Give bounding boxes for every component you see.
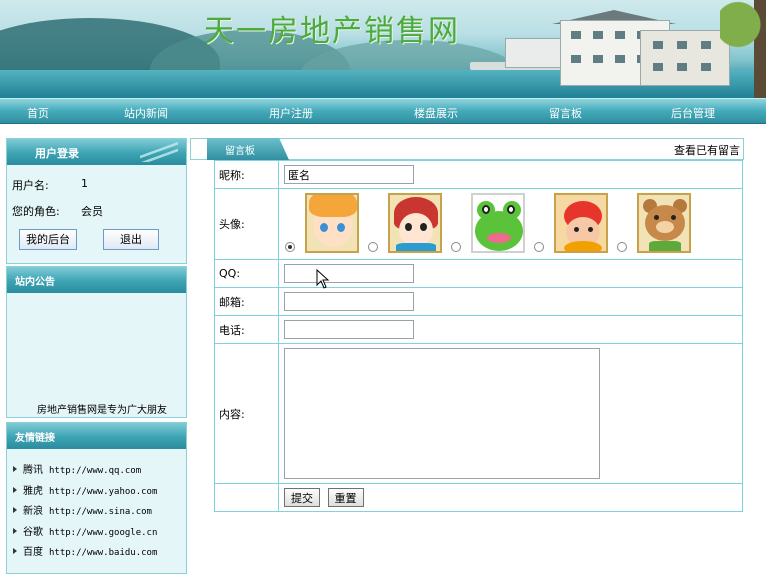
- guestbook-form: 昵称: 头像:: [214, 160, 743, 512]
- friend-link-name[interactable]: 百度: [23, 547, 43, 558]
- friend-link-url[interactable]: http://www.qq.com: [49, 466, 141, 476]
- login-panel-title: 用户登录: [35, 147, 79, 160]
- friend-link-name[interactable]: 雅虎: [23, 486, 43, 497]
- site-title: 天一房地产销售网: [204, 14, 460, 49]
- phone-input[interactable]: [284, 320, 414, 339]
- friend-link-url[interactable]: http://www.google.cn: [49, 528, 157, 538]
- main-nav: 首页 站内新闻 用户注册 楼盘展示 留言板 后台管理: [0, 98, 766, 124]
- friend-link-url[interactable]: http://www.sina.com: [49, 507, 152, 517]
- avatar-picker: [284, 191, 742, 257]
- friend-links-title: 友情链接: [15, 433, 55, 444]
- arrow-right-icon: [13, 527, 17, 534]
- avatar-radio[interactable]: [617, 242, 627, 252]
- qq-cell: [278, 259, 743, 288]
- site-banner: 天一房地产销售网: [0, 0, 766, 98]
- friend-link-url[interactable]: http://www.yahoo.com: [49, 487, 157, 497]
- content-row: 内容:: [214, 343, 743, 484]
- content-label: 内容:: [214, 343, 279, 484]
- content-textarea[interactable]: [284, 348, 600, 479]
- qq-label: QQ:: [214, 259, 279, 288]
- notice-panel-title: 站内公告: [15, 277, 55, 288]
- nickname-input[interactable]: [284, 165, 414, 184]
- buttons-row: 提交 重置: [214, 483, 743, 512]
- friend-links-header: 友情链接: [7, 423, 186, 449]
- friend-link-name[interactable]: 谷歌: [23, 527, 43, 538]
- banner-villa: [640, 30, 730, 86]
- avatar-boy-icon[interactable]: [305, 193, 359, 253]
- username-value: 1: [81, 177, 88, 190]
- arrow-right-icon: [13, 548, 17, 554]
- role-label: 您的角色:: [12, 205, 60, 218]
- nickname-row: 昵称:: [214, 160, 743, 189]
- tab-guestbook-label: 留言板: [225, 146, 255, 157]
- notice-marquee-text: 房地产销售网是专为广大朋友: [37, 405, 167, 416]
- content-cell: [278, 343, 743, 484]
- avatar-radio[interactable]: [285, 242, 295, 252]
- phone-cell: [278, 315, 743, 344]
- nickname-cell: [278, 160, 743, 189]
- email-label: 邮箱:: [214, 287, 279, 316]
- nav-item-guestbook[interactable]: 留言板: [549, 105, 582, 121]
- notice-panel: 站内公告 房地产销售网是专为广大朋友: [6, 266, 187, 418]
- banner-building: [505, 38, 565, 68]
- mouse-cursor-icon: [316, 269, 330, 289]
- view-messages-link[interactable]: 查看已有留言: [674, 142, 740, 158]
- qq-input[interactable]: [284, 264, 414, 283]
- friend-links-panel: 友情链接 腾讯 http://www.qq.com 雅虎 http://www.ya…: [6, 422, 187, 574]
- friend-links-list: 腾讯 http://www.qq.com 雅虎 http://www.yahoo.c…: [13, 461, 157, 564]
- banner-tree: [720, 0, 766, 98]
- login-panel-header: 用户登录: [7, 139, 186, 165]
- notice-panel-header: 站内公告: [7, 267, 186, 293]
- guestbook-tabbar: 留言板 查看已有留言: [190, 138, 744, 160]
- reset-button[interactable]: 重置: [327, 488, 364, 507]
- friend-link-name[interactable]: 新浪: [23, 506, 43, 517]
- avatar-row: 头像:: [214, 188, 743, 260]
- friend-link-item[interactable]: 腾讯 http://www.qq.com: [13, 461, 157, 482]
- submit-button[interactable]: 提交: [284, 488, 320, 507]
- email-cell: [278, 287, 743, 316]
- email-input[interactable]: [284, 292, 414, 311]
- header-decoration: [140, 142, 178, 162]
- avatar-label: 头像:: [214, 188, 279, 260]
- role-value: 会员: [81, 205, 103, 218]
- avatar-frog-icon[interactable]: [471, 193, 525, 253]
- avatar-radio[interactable]: [368, 242, 378, 252]
- friend-link-item[interactable]: 新浪 http://www.sina.com: [13, 502, 157, 523]
- email-row: 邮箱:: [214, 287, 743, 316]
- username-label: 用户名:: [12, 179, 49, 192]
- avatar-bear-icon[interactable]: [637, 193, 691, 253]
- nav-item-news[interactable]: 站内新闻: [124, 105, 168, 121]
- login-panel: 用户登录 用户名: 1 您的角色: 会员 我的后台 退出: [6, 138, 187, 264]
- friend-link-item[interactable]: 谷歌 http://www.google.cn: [13, 523, 157, 544]
- left-sidebar: 用户登录 用户名: 1 您的角色: 会员 我的后台 退出 站内公告 房地产销售网…: [6, 138, 187, 578]
- nav-item-register[interactable]: 用户注册: [269, 105, 313, 121]
- avatar-radio[interactable]: [451, 242, 461, 252]
- nav-item-listings[interactable]: 楼盘展示: [414, 105, 458, 121]
- buttons-cell: 提交 重置: [278, 483, 743, 512]
- avatar-girl-icon[interactable]: [388, 193, 442, 253]
- friend-link-url[interactable]: http://www.baidu.com: [49, 548, 157, 558]
- my-backend-button[interactable]: 我的后台: [19, 229, 77, 250]
- nav-item-admin[interactable]: 后台管理: [671, 105, 715, 121]
- avatar-cell: [278, 188, 743, 260]
- nav-item-home[interactable]: 首页: [27, 105, 49, 121]
- avatar-bird-icon[interactable]: [554, 193, 608, 253]
- logout-button[interactable]: 退出: [103, 229, 159, 250]
- nickname-label: 昵称:: [214, 160, 279, 189]
- arrow-right-icon: [13, 486, 17, 493]
- friend-link-item[interactable]: 百度 http://www.baidu.com: [13, 543, 157, 564]
- arrow-right-icon: [13, 466, 17, 472]
- phone-label: 电话:: [214, 315, 279, 344]
- arrow-right-icon: [13, 507, 17, 513]
- friend-link-name[interactable]: 腾讯: [23, 465, 43, 476]
- phone-row: 电话:: [214, 315, 743, 344]
- buttons-row-spacer: [214, 483, 279, 512]
- friend-link-item[interactable]: 雅虎 http://www.yahoo.com: [13, 482, 157, 503]
- qq-row: QQ:: [214, 259, 743, 288]
- tab-guestbook[interactable]: 留言板: [207, 138, 289, 160]
- avatar-radio[interactable]: [534, 242, 544, 252]
